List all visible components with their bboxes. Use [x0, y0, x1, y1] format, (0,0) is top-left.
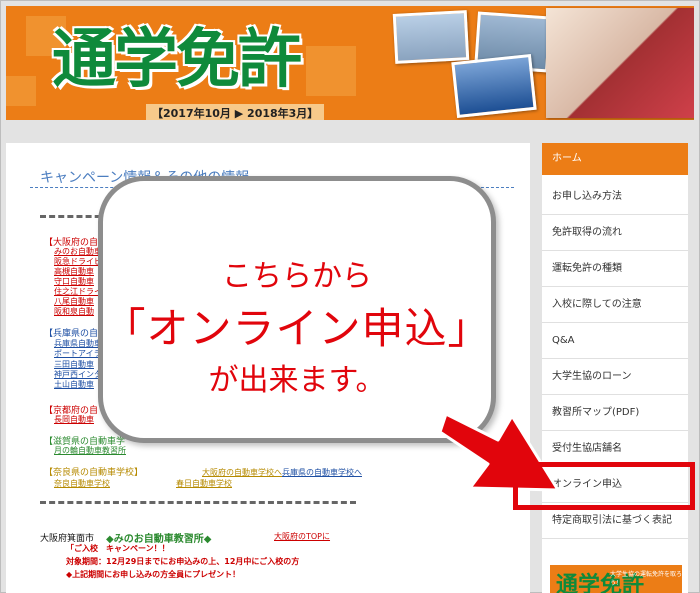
header-banner[interactable]: 通学免許 【2017年10月 ▶ 2018年3月】	[6, 6, 694, 120]
dashed-divider	[40, 501, 356, 504]
pref-heading-nara: 【奈良県の自動車学校】	[44, 468, 144, 478]
nav-item-license-flow[interactable]: 免許取得の流れ	[542, 215, 688, 251]
online-apply-highlight	[513, 462, 695, 510]
sidebar-nav: ホーム お申し込み方法 免許取得の流れ 運転免許の種類 入校に際しての注意 Q&…	[542, 143, 688, 593]
callout-line-1: こちらから	[222, 259, 372, 294]
hyogo-link[interactable]: 兵庫県の自動車学校へ	[282, 467, 362, 478]
notice-line: ◆上記期間にお申し込みの方全員にプレゼント！	[66, 570, 241, 579]
callout-bubble: こちらから 「オンライン申込」 が出来ます。	[98, 176, 496, 443]
school-link[interactable]: 春日自動車学校	[176, 478, 232, 489]
sidebar-banner-sub: 大学生協の運転免許を取ろう！	[610, 571, 683, 587]
callout-line-2: 「オンライン申込」	[103, 304, 491, 353]
nav-item-coop-loan[interactable]: 大学生協のローン	[542, 359, 688, 395]
notice-line: 対象期間：12月29日までにお申込みの上、12月中にご入校の方	[66, 557, 300, 566]
car-photo	[392, 10, 470, 64]
bus-photo	[451, 53, 537, 119]
campaign-notice: 「ご入校 キャンペーン！！ 対象期間：12月29日までにお申込みの上、12月中に…	[66, 542, 346, 581]
woman-car-photo	[546, 8, 694, 118]
school-link[interactable]: 奈良自動車学校	[54, 478, 110, 489]
nav-item-qa[interactable]: Q&A	[542, 323, 688, 359]
school-link[interactable]: ポートアイラ	[54, 348, 102, 359]
notice-line: 「ご入校 キャンペーン！！	[66, 544, 170, 553]
nav-item-enrollment-notes[interactable]: 入校に際しての注意	[542, 287, 688, 323]
school-link[interactable]: 土山自動車	[54, 379, 94, 390]
callout-line-3: が出来ます。	[208, 363, 386, 398]
osaka-link[interactable]: 大阪府の自動車学校へ	[202, 467, 282, 478]
sidebar-banner[interactable]: 通学免許 大学生協の運転免許を取ろう！	[550, 565, 682, 593]
back-to-top-link[interactable]: 大阪府のTOPに	[274, 531, 330, 542]
school-link[interactable]: 月の輪自動車教習所	[54, 445, 126, 456]
nav-item-home[interactable]: ホーム	[542, 143, 688, 175]
school-link[interactable]: 長岡自動車	[54, 414, 94, 425]
banner-period: 【2017年10月 ▶ 2018年3月】	[146, 104, 325, 120]
nav-item-how-to-apply[interactable]: お申し込み方法	[542, 179, 688, 215]
banner-title: 通学免許	[52, 23, 302, 97]
school-link[interactable]: 阪和泉自動	[54, 306, 94, 317]
nav-item-license-types[interactable]: 運転免許の種類	[542, 251, 688, 287]
